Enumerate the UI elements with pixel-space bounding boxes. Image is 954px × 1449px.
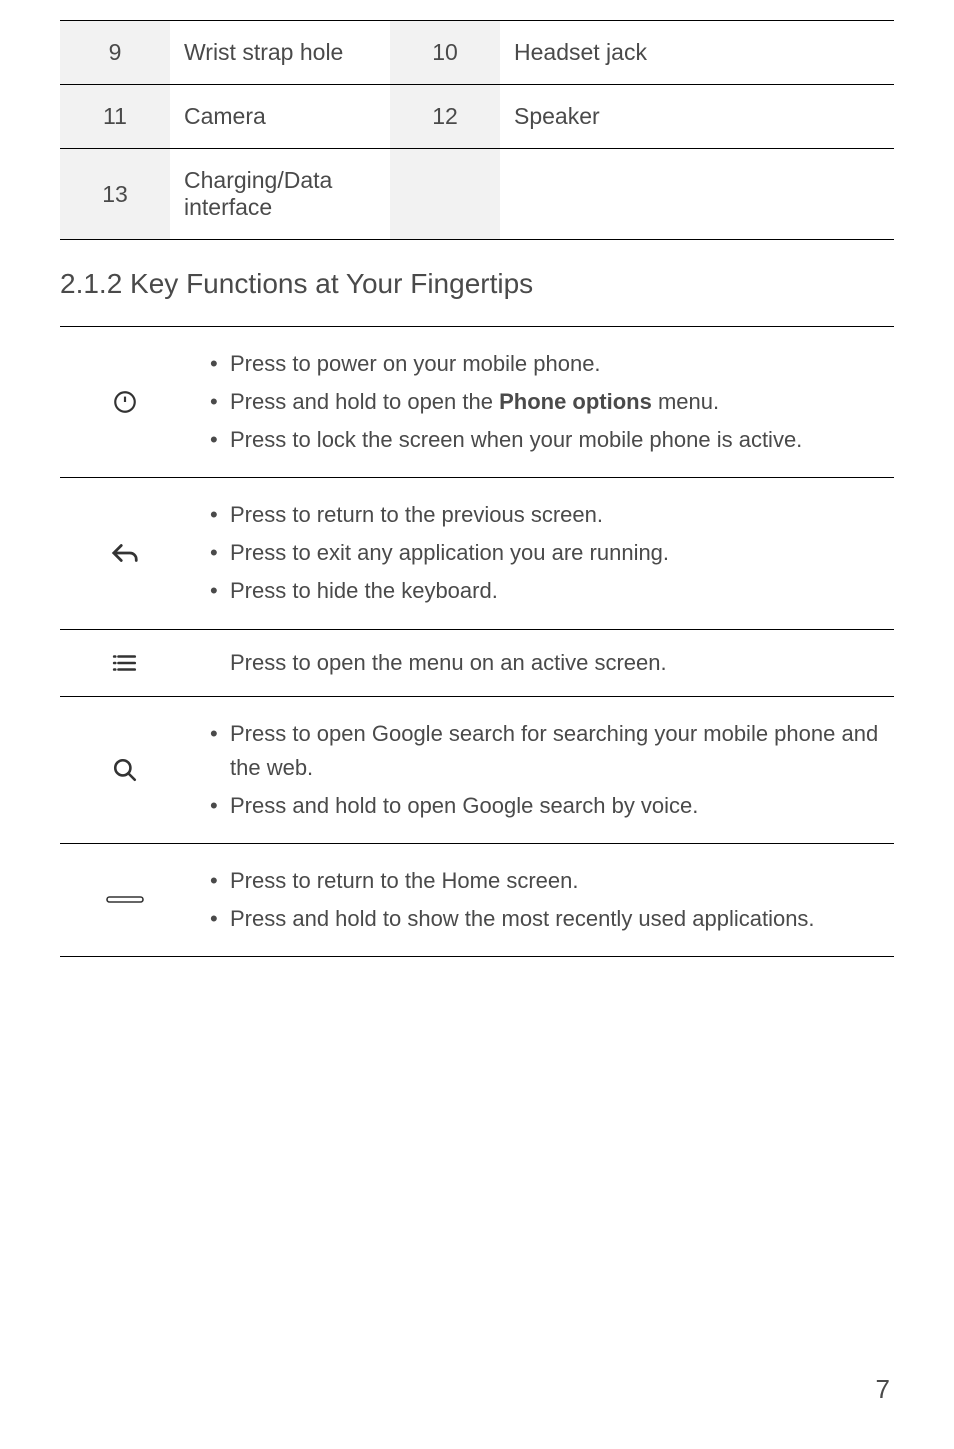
list-item: Press to open Google search for searchin… xyxy=(206,717,884,785)
section-heading: 2.1.2 Key Functions at Your Fingertips xyxy=(60,268,894,300)
list-item: Press to open the menu on an active scre… xyxy=(200,646,884,680)
spec-label: Headset jack xyxy=(500,21,894,85)
list-item: Press to return to the previous screen. xyxy=(206,498,884,532)
table-row: Press to return to the Home screen. Pres… xyxy=(60,843,894,956)
list-item: Press and hold to show the most recently… xyxy=(206,902,884,936)
spec-label: Charging/Data interface xyxy=(170,149,390,240)
home-icon xyxy=(60,843,190,956)
table-row: Press to return to the previous screen. … xyxy=(60,478,894,629)
table-row: 9 Wrist strap hole 10 Headset jack xyxy=(60,21,894,85)
spec-num xyxy=(390,149,500,240)
spec-label: Wrist strap hole xyxy=(170,21,390,85)
power-icon xyxy=(60,327,190,478)
spec-table: 9 Wrist strap hole 10 Headset jack 11 Ca… xyxy=(60,20,894,240)
list-item: Press to exit any application you are ru… xyxy=(206,536,884,570)
spec-num: 12 xyxy=(390,85,500,149)
table-row: 13 Charging/Data interface xyxy=(60,149,894,240)
list-item: Press to lock the screen when your mobil… xyxy=(206,423,884,457)
back-icon xyxy=(60,478,190,629)
spec-label: Camera xyxy=(170,85,390,149)
table-row: Press to power on your mobile phone. Pre… xyxy=(60,327,894,478)
spec-label: Speaker xyxy=(500,85,894,149)
function-table: Press to power on your mobile phone. Pre… xyxy=(60,326,894,957)
list-item: Press to return to the Home screen. xyxy=(206,864,884,898)
search-icon xyxy=(60,696,190,843)
function-description: Press to return to the previous screen. … xyxy=(190,478,894,629)
spec-num: 11 xyxy=(60,85,170,149)
list-item: Press and hold to open the Phone options… xyxy=(206,385,884,419)
function-description: Press to return to the Home screen. Pres… xyxy=(190,843,894,956)
list-item: Press and hold to open Google search by … xyxy=(206,789,884,823)
table-row: Press to open Google search for searchin… xyxy=(60,696,894,843)
spec-label xyxy=(500,149,894,240)
function-description: Press to open Google search for searchin… xyxy=(190,696,894,843)
spec-num: 9 xyxy=(60,21,170,85)
spec-num: 13 xyxy=(60,149,170,240)
list-item: Press to hide the keyboard. xyxy=(206,574,884,608)
table-row: 11 Camera 12 Speaker xyxy=(60,85,894,149)
spec-num: 10 xyxy=(390,21,500,85)
page-number: 7 xyxy=(876,1374,890,1405)
table-row: Press to open the menu on an active scre… xyxy=(60,629,894,696)
function-description: Press to power on your mobile phone. Pre… xyxy=(190,327,894,478)
list-item: Press to power on your mobile phone. xyxy=(206,347,884,381)
function-description: Press to open the menu on an active scre… xyxy=(190,629,894,696)
menu-icon xyxy=(60,629,190,696)
